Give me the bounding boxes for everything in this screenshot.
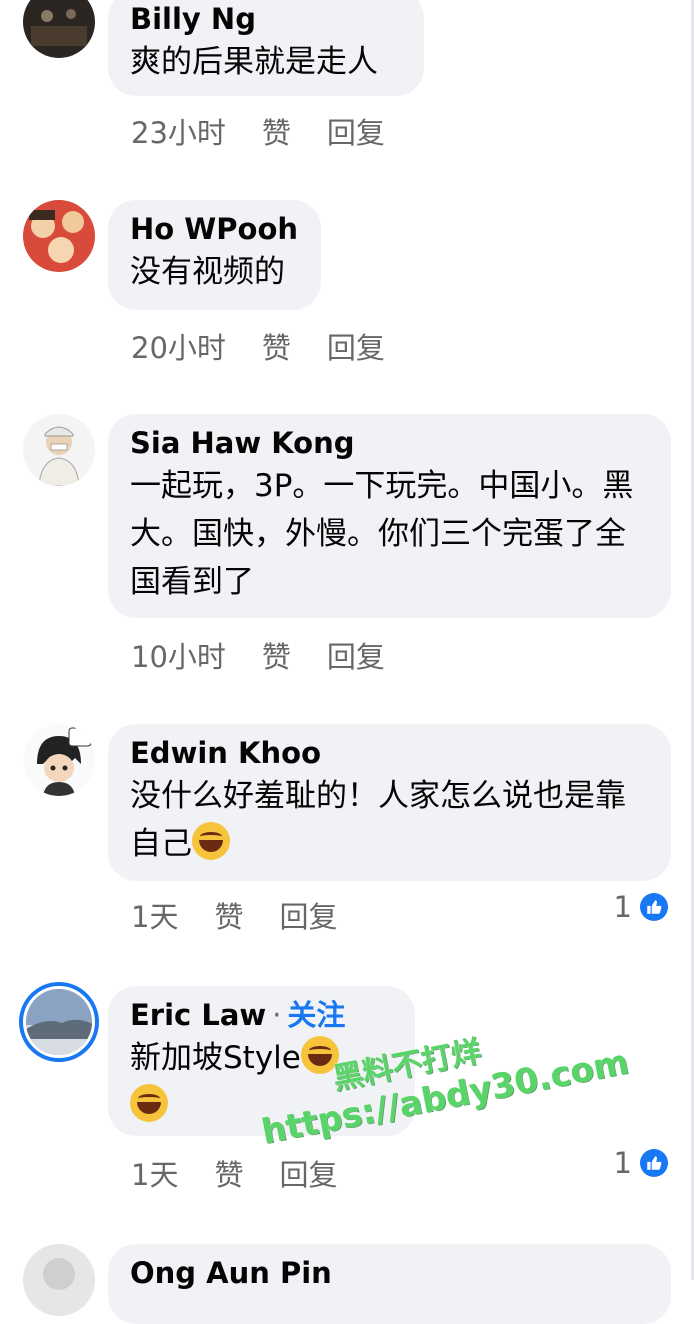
commenter-name[interactable]: Eric Law: [130, 998, 266, 1032]
reply-button[interactable]: 回复: [327, 640, 385, 674]
comment-bubble: Billy Ng 爽的后果就是走人: [108, 0, 424, 96]
avatar[interactable]: [23, 1244, 95, 1316]
avatar[interactable]: [23, 0, 95, 58]
comment-text: 没有视频的: [130, 254, 285, 290]
reaction-summary[interactable]: 1: [614, 1146, 668, 1180]
reply-button[interactable]: 回复: [279, 900, 337, 934]
comment-time[interactable]: 10小时: [131, 640, 226, 674]
comment-bubble: Eric Law · 关注 新加坡Style: [108, 986, 415, 1136]
comment-actions: 1天 赞 回复: [131, 1152, 373, 1194]
tears-of-joy-emoji-icon: [192, 822, 230, 860]
comment-time[interactable]: 20小时: [131, 331, 226, 365]
comment-text: 一起玩，3P。一下玩完。中国小。黑大。国快，外慢。你们三个完蛋了全国看到了: [130, 468, 634, 600]
thumbs-up-icon: [640, 893, 668, 921]
comment-actions: 23小时 赞 回复: [131, 110, 421, 152]
like-button[interactable]: 赞: [214, 1158, 243, 1192]
commenter-name[interactable]: Ho WPooh: [130, 210, 299, 248]
comment-actions: 10小时 赞 回复: [131, 634, 421, 676]
comment-actions: 20小时 赞 回复: [131, 325, 421, 367]
comment-time[interactable]: 1天: [131, 1158, 178, 1192]
comment-text-content: 新加坡Style: [130, 1040, 301, 1076]
separator-dot: ·: [272, 998, 282, 1032]
commenter-name[interactable]: Sia Haw Kong: [130, 424, 649, 462]
rolling-laughing-emoji-icon: [130, 1084, 168, 1122]
like-button[interactable]: 赞: [262, 331, 291, 365]
reaction-summary[interactable]: 1: [614, 890, 668, 924]
commenter-name[interactable]: Edwin Khoo: [130, 734, 649, 772]
comment-text: 爽的后果就是走人: [130, 44, 378, 80]
reaction-count: 1: [613, 1146, 632, 1180]
like-button[interactable]: 赞: [262, 640, 291, 674]
comment-text: 新加坡Style: [130, 1034, 393, 1130]
comment-bubble: Edwin Khoo 没什么好羞耻的！人家怎么说也是靠自己: [108, 724, 671, 881]
comment-time[interactable]: 1天: [131, 900, 178, 934]
avatar[interactable]: [23, 724, 95, 796]
commenter-name[interactable]: Billy Ng: [130, 0, 402, 38]
commenter-name[interactable]: Ong Aun Pin: [130, 1254, 649, 1292]
follow-button[interactable]: 关注: [287, 998, 345, 1032]
avatar[interactable]: [23, 200, 95, 272]
comment-bubble: Sia Haw Kong 一起玩，3P。一下玩完。中国小。黑大。国快，外慢。你们…: [108, 414, 671, 618]
comment-actions: 1天 赞 回复: [131, 894, 373, 936]
comment-bubble: Ong Aun Pin: [108, 1244, 671, 1324]
avatar[interactable]: [23, 414, 95, 486]
thumbs-up-icon: [640, 1149, 668, 1177]
comment-time[interactable]: 23小时: [131, 116, 226, 150]
reply-button[interactable]: 回复: [327, 331, 385, 365]
comment-bubble: Ho WPooh 没有视频的: [108, 200, 321, 310]
commenter-name-row: Eric Law · 关注: [130, 996, 393, 1034]
tears-of-joy-emoji-icon: [300, 1036, 339, 1074]
reply-button[interactable]: 回复: [327, 116, 385, 150]
reaction-count: 1: [613, 890, 632, 924]
comment-text: 没什么好羞耻的！人家怎么说也是靠自己: [130, 772, 649, 868]
like-button[interactable]: 赞: [214, 900, 243, 934]
reply-button[interactable]: 回复: [279, 1158, 337, 1192]
like-button[interactable]: 赞: [262, 116, 291, 150]
avatar[interactable]: [23, 986, 95, 1058]
